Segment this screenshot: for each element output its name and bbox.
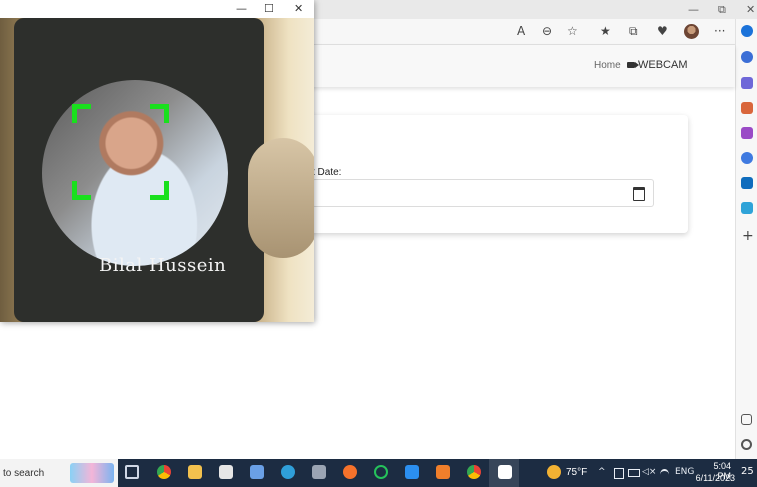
task-view-icon[interactable] (125, 465, 139, 479)
weather-temperature[interactable]: 75°F (566, 467, 587, 478)
gear-icon[interactable] (741, 439, 752, 450)
edge-icon[interactable] (281, 465, 295, 479)
microsoft-365-icon[interactable] (741, 152, 753, 164)
ring-app-icon[interactable] (374, 465, 388, 479)
tools-icon[interactable] (741, 102, 753, 114)
read-aloud-icon[interactable]: A (517, 24, 525, 38)
games-icon[interactable] (741, 127, 753, 139)
favorite-star-icon[interactable]: ☆ (567, 24, 578, 38)
webcam-feed: Bilal Hussein (0, 18, 314, 322)
webcam-close-button[interactable]: ✕ (294, 2, 303, 15)
collections-icon[interactable]: ⧉ (629, 24, 638, 39)
notepad-icon[interactable] (498, 465, 512, 479)
face-box-corner (150, 181, 169, 200)
language-indicator[interactable]: ENG (675, 467, 694, 477)
face-photo (42, 80, 228, 266)
hand-in-frame (248, 138, 314, 258)
video-camera-icon (627, 62, 639, 68)
volume-muted-icon[interactable]: ◁× (642, 467, 656, 477)
taskbar-search[interactable]: to search (0, 459, 118, 487)
search-highlight-icon (70, 463, 114, 483)
clock-date[interactable]: 6/11/2023 (695, 473, 735, 483)
browser-essentials-icon[interactable]: ♥ (657, 24, 668, 38)
shopping-icon[interactable] (741, 77, 753, 89)
chrome-profile-icon[interactable] (467, 465, 481, 479)
settings-app-icon[interactable] (312, 465, 326, 479)
add-icon[interactable]: + (742, 228, 754, 244)
face-box-corner (72, 104, 91, 123)
profile-avatar[interactable] (684, 24, 699, 39)
webcam-maximize-button[interactable]: ☐ (264, 2, 274, 15)
webcam-window: — ☐ ✕ Bilal Hussein (0, 0, 314, 322)
drop-icon[interactable] (741, 202, 753, 214)
browser-close-button[interactable]: ✕ (746, 3, 755, 16)
nav-webcam-label: WEBCAM (638, 59, 688, 71)
notification-count[interactable]: 25 (741, 466, 754, 477)
zoom-out-icon[interactable]: ⊖ (542, 24, 552, 38)
xampp-icon[interactable] (436, 465, 450, 479)
webcam-minimize-button[interactable]: — (236, 2, 247, 15)
webcam-titlebar[interactable]: — ☐ ✕ (0, 0, 314, 18)
weather-icon[interactable] (547, 465, 561, 479)
tray-chevron-icon[interactable]: ^ (598, 467, 606, 477)
chrome-icon[interactable] (157, 465, 171, 479)
bing-icon[interactable] (741, 25, 753, 37)
face-box-corner (150, 104, 169, 123)
recognized-name: Bilal Hussein (99, 255, 227, 276)
browser-minimize-button[interactable]: — (688, 3, 699, 16)
battery-icon[interactable] (628, 469, 640, 477)
taskbar-search-text: to search (3, 468, 45, 479)
file-explorer-icon[interactable] (188, 465, 202, 479)
firefox-icon[interactable] (343, 465, 357, 479)
mail-icon[interactable] (250, 465, 264, 479)
nav-webcam-link[interactable]: WEBCAM (627, 59, 688, 71)
calendar-icon[interactable] (633, 187, 645, 201)
wifi-icon[interactable] (660, 469, 669, 480)
network-device-icon[interactable] (614, 468, 624, 479)
edge-sidebar: + (735, 19, 757, 459)
face-box-corner (72, 181, 91, 200)
sidebar-toggle-icon[interactable] (741, 414, 752, 425)
favorites-icon[interactable]: ★ (600, 24, 611, 38)
nav-home-link[interactable]: Home (594, 60, 621, 71)
browser-restore-button[interactable]: ⧉ (718, 3, 726, 17)
form-card: t Date: (268, 115, 688, 233)
vscode-icon[interactable] (405, 465, 419, 479)
more-icon[interactable]: ··· (714, 24, 725, 38)
date-input[interactable] (312, 179, 654, 207)
store-icon[interactable] (219, 465, 233, 479)
date-label: t Date: (312, 167, 342, 178)
outlook-icon[interactable] (741, 177, 753, 189)
search-icon[interactable] (741, 51, 753, 63)
taskbar: to search 75°F ^ ◁× ENG 5:04 PM 6/11/202… (0, 459, 757, 487)
